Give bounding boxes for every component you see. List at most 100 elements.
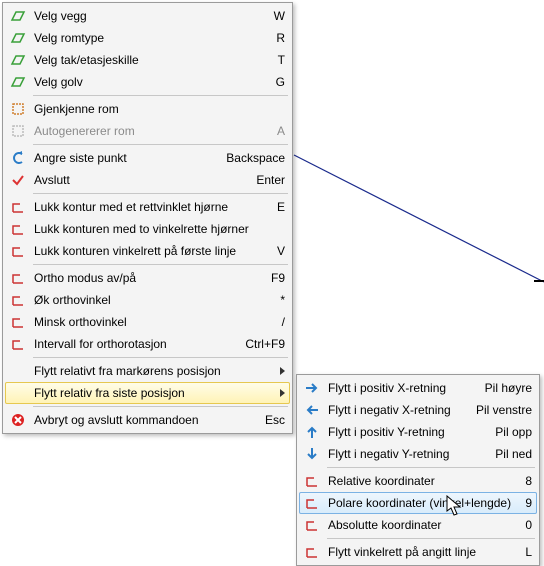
menu-item-label: Minsk orthovinkel: [34, 315, 274, 329]
menu-separator: [327, 538, 535, 539]
menu-item-label: Lukk konturen vinkelrett på første linje: [34, 244, 269, 258]
menu-item-shortcut: 0: [525, 518, 532, 532]
menu-item-label: Avbryt og avslutt kommandoen: [34, 413, 257, 427]
close-first-icon: [8, 242, 28, 260]
menu-item-velg-romtype[interactable]: Velg romtype R: [5, 27, 290, 49]
arrow-up-icon: [302, 423, 322, 441]
finish-icon: [8, 171, 28, 189]
menu-item-velg-golv[interactable]: Velg golv G: [5, 71, 290, 93]
menu-item-flytt-markor[interactable]: Flytt relativt fra markørens posisjon: [5, 360, 290, 382]
menu-item-shortcut: W: [274, 9, 285, 23]
menu-separator: [33, 144, 288, 145]
menu-item-label: Velg golv: [34, 75, 268, 89]
menu-item-neg-y[interactable]: Flytt i negativ Y-retningPil ned: [299, 443, 537, 465]
menu-item-label: Gjenkjenne rom: [34, 102, 285, 116]
menu-item-label: Velg vegg: [34, 9, 266, 23]
menu-item-vinkelrett[interactable]: Flytt vinkelrett på angitt linjeL: [299, 541, 537, 563]
menu-item-pos-x[interactable]: Flytt i positiv X-retning Pil høyre: [299, 377, 537, 399]
perp-icon: [302, 543, 322, 561]
menu-item-label: Flytt i positiv X-retning: [328, 381, 477, 395]
menu-item-label: Flytt i negativ X-retning: [328, 403, 468, 417]
menu-item-shortcut: Pil ned: [495, 447, 532, 461]
menu-item-shortcut: Esc: [265, 413, 285, 427]
menu-item-shortcut: Pil høyre: [485, 381, 532, 395]
menu-item-shortcut: V: [277, 244, 285, 258]
arrow-down-icon: [302, 445, 322, 463]
menu-item-rel-koord[interactable]: Relative koordinater 8: [299, 470, 537, 492]
menu-item-shortcut: Pil opp: [495, 425, 532, 439]
dec-angle-icon: [8, 313, 28, 331]
blank-icon: [8, 362, 28, 380]
menu-separator: [327, 467, 535, 468]
menu-item-shortcut: Pil venstre: [476, 403, 532, 417]
menu-item-shortcut: F9: [271, 271, 285, 285]
menu-item-shortcut: 9: [525, 496, 532, 510]
menu-item-velg-vegg[interactable]: Velg vegg W: [5, 5, 290, 27]
menu-item-label: Avslutt: [34, 173, 248, 187]
menu-item-ok-ortho[interactable]: Øk orthovinkel*: [5, 289, 290, 311]
menu-item-label: Autogenererer rom: [34, 124, 269, 138]
rel-icon: [302, 472, 322, 490]
menu-item-shortcut: Ctrl+F9: [245, 337, 285, 351]
menu-item-label: Lukk kontur med et rettvinklet hjørne: [34, 200, 269, 214]
menu-item-ortho[interactable]: Ortho modus av/på F9: [5, 267, 290, 289]
menu-separator: [33, 264, 288, 265]
menu-item-intervall[interactable]: Intervall for orthorotasjonCtrl+F9: [5, 333, 290, 355]
ceiling-icon: [8, 51, 28, 69]
ortho-icon: [8, 269, 28, 287]
menu-item-pos-y[interactable]: Flytt i positiv Y-retning Pil opp: [299, 421, 537, 443]
menu-item-lukk-to[interactable]: Lukk konturen med to vinkelrette hjørner: [5, 218, 290, 240]
menu-item-label: Ortho modus av/på: [34, 271, 263, 285]
menu-item-shortcut: E: [277, 200, 285, 214]
close-two-icon: [8, 220, 28, 238]
menu-item-label: Flytt i positiv Y-retning: [328, 425, 487, 439]
menu-item-lukk-forste[interactable]: Lukk konturen vinkelrett på første linje…: [5, 240, 290, 262]
menu-item-label: Relative koordinater: [328, 474, 517, 488]
menu-separator: [33, 95, 288, 96]
menu-item-shortcut: T: [278, 53, 285, 67]
menu-separator: [33, 357, 288, 358]
menu-item-label: Flytt relativ fra siste posisjon: [34, 386, 274, 400]
blank-icon: [8, 384, 28, 402]
menu-item-avbryt[interactable]: Avbryt og avslutt kommandoen Esc: [5, 409, 290, 431]
menu-item-shortcut: R: [276, 31, 285, 45]
menu-separator: [33, 406, 288, 407]
menu-item-label: Velg romtype: [34, 31, 268, 45]
interval-icon: [8, 335, 28, 353]
menu-separator: [33, 193, 288, 194]
menu-item-polar-koord[interactable]: Polare koordinater (vinkel+lengde) 9: [299, 492, 537, 514]
menu-item-gjenkjenne-rom[interactable]: Gjenkjenne rom: [5, 98, 290, 120]
wall-icon: [8, 7, 28, 25]
menu-item-label: Øk orthovinkel: [34, 293, 272, 307]
context-menu-main[interactable]: Velg vegg W Velg romtype R Velg tak/etasjesk…: [2, 2, 293, 434]
menu-item-shortcut: G: [276, 75, 285, 89]
menu-item-label: Angre siste punkt: [34, 151, 218, 165]
submenu-arrow-icon: [280, 389, 285, 397]
menu-item-shortcut: A: [277, 124, 285, 138]
menu-item-label: Polare koordinater (vinkel+lengde): [328, 496, 517, 510]
polar-icon: [302, 494, 322, 512]
menu-item-avslutt[interactable]: Avslutt Enter: [5, 169, 290, 191]
close-right-icon: [8, 198, 28, 216]
roomtype-icon: [8, 29, 28, 47]
menu-item-minsk-ortho[interactable]: Minsk orthovinkel /: [5, 311, 290, 333]
menu-item-angre-punkt[interactable]: Angre siste punkt Backspace: [5, 147, 290, 169]
menu-item-shortcut: 8: [525, 474, 532, 488]
menu-item-autogen-rom: Autogenererer rom A: [5, 120, 290, 142]
context-menu-sub[interactable]: Flytt i positiv X-retningPil høyreFlytt …: [296, 374, 540, 566]
menu-item-abs-koord[interactable]: Absolutte koordinater 0: [299, 514, 537, 536]
menu-item-shortcut: Backspace: [226, 151, 285, 165]
menu-item-label: Velg tak/etasjeskille: [34, 53, 270, 67]
menu-item-neg-x[interactable]: Flytt i negativ X-retning Pil venstre: [299, 399, 537, 421]
menu-item-velg-tak[interactable]: Velg tak/etasjeskille T: [5, 49, 290, 71]
menu-item-shortcut: Enter: [256, 173, 285, 187]
cancel-icon: [8, 411, 28, 429]
menu-item-label: Absolutte koordinater: [328, 518, 517, 532]
menu-item-flytt-siste[interactable]: Flytt relativ fra siste posisjon: [5, 382, 290, 404]
menu-item-label: Flytt relativt fra markørens posisjon: [34, 364, 274, 378]
menu-item-lukk-rett[interactable]: Lukk kontur med et rettvinklet hjørne E: [5, 196, 290, 218]
autogen-icon: [8, 122, 28, 140]
floor-icon: [8, 73, 28, 91]
menu-item-shortcut: /: [282, 315, 285, 329]
arrow-left-icon: [302, 401, 322, 419]
